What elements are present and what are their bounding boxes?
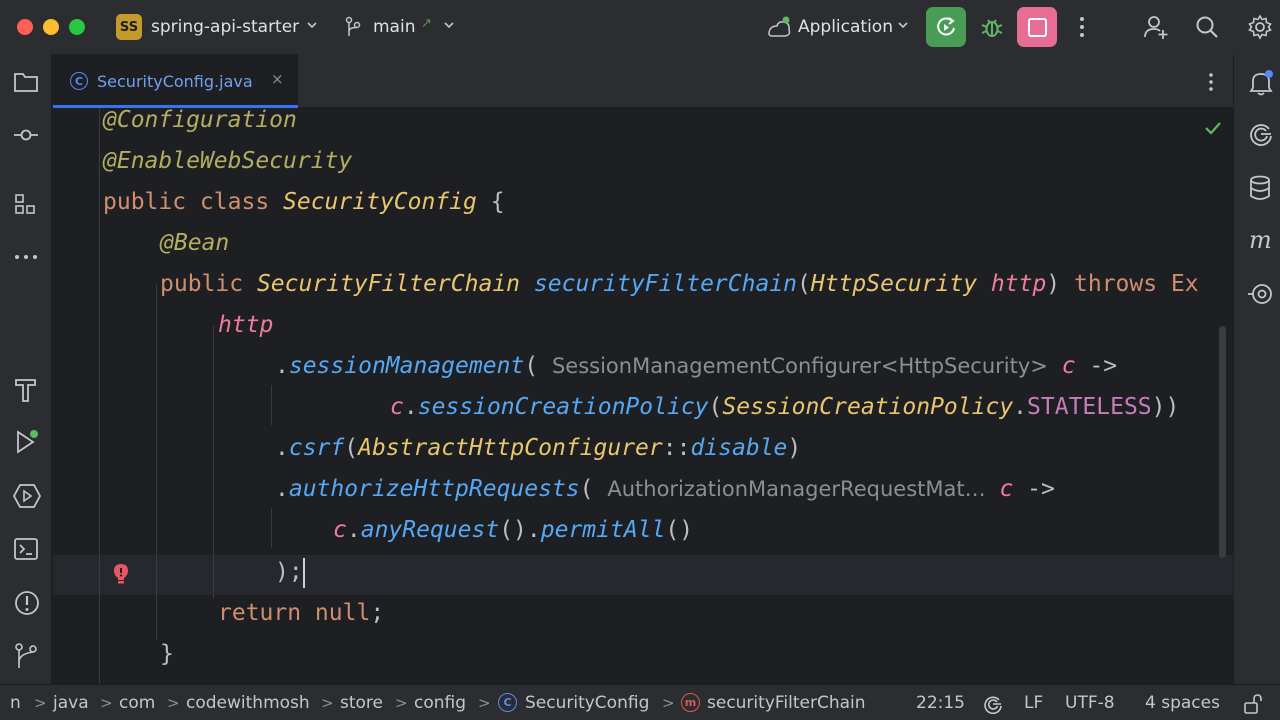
add-user-icon[interactable] xyxy=(1142,13,1170,41)
rerun-icon xyxy=(937,17,955,36)
breadcrumb-separator: > xyxy=(167,694,180,712)
breadcrumb-item[interactable]: store xyxy=(340,693,383,713)
structure-icon[interactable] xyxy=(13,192,39,218)
maximize-window-button[interactable] xyxy=(69,19,85,35)
run-config-icon xyxy=(768,16,791,37)
breadcrumb-separator: > xyxy=(662,694,675,712)
code-line: @EnableWebSecurity xyxy=(103,148,353,174)
project-name[interactable]: spring-api-starter xyxy=(151,17,299,37)
title-bar: SS spring-api-starter main ↗ Application xyxy=(0,0,1280,54)
close-window-button[interactable] xyxy=(17,19,33,35)
notifications-icon[interactable] xyxy=(1248,69,1274,97)
breadcrumb-item[interactable]: config xyxy=(414,693,466,713)
more-tabs-icon[interactable] xyxy=(1203,71,1219,93)
breadcrumb-separator: > xyxy=(100,694,113,712)
breadcrumb-item[interactable]: java xyxy=(53,693,89,713)
branch-selector[interactable]: main xyxy=(373,17,415,37)
more-icon[interactable] xyxy=(13,244,39,270)
maven-icon[interactable]: m xyxy=(1248,226,1276,254)
breadcrumb-item[interactable]: codewithmosh xyxy=(186,693,310,713)
chevron-down-icon[interactable] xyxy=(305,18,319,32)
indent-guide xyxy=(156,285,157,640)
tab-label: SecurityConfig.java xyxy=(97,72,253,91)
file-encoding[interactable]: UTF-8 xyxy=(1065,693,1115,713)
method-icon: m xyxy=(681,693,700,712)
unlock-icon[interactable] xyxy=(1243,693,1263,715)
lightbulb-error-icon[interactable] xyxy=(111,562,131,586)
code-line: public class SecurityConfig { xyxy=(103,189,505,215)
code-line: public SecurityFilterChain securityFilte… xyxy=(160,271,1199,297)
services-icon[interactable] xyxy=(13,482,41,510)
branch-icon xyxy=(345,16,361,36)
editor-tab-bar: C SecurityConfig.java × xyxy=(53,54,1233,108)
stop-icon xyxy=(1027,17,1047,37)
more-actions-icon[interactable] xyxy=(1074,14,1090,40)
code-line: .authorizeHttpRequests( AuthorizationMan… xyxy=(275,476,1055,502)
search-icon[interactable] xyxy=(1194,14,1220,40)
line-separator[interactable]: LF xyxy=(1024,693,1043,713)
debug-icon[interactable] xyxy=(978,14,1006,42)
code-line: return null; xyxy=(218,600,385,626)
code-line: @Configuration xyxy=(103,108,297,133)
code-line: .csrf(AbstractHttpConfigurer::disable) xyxy=(275,435,802,461)
code-line: @Bean xyxy=(160,230,230,256)
chevron-down-icon[interactable] xyxy=(442,18,456,32)
breadcrumb-item[interactable]: com xyxy=(119,693,155,713)
svg-text:m: m xyxy=(1249,226,1272,254)
code-line: c.anyRequest().permitAll() xyxy=(333,517,694,543)
problems-icon[interactable] xyxy=(13,589,41,617)
class-icon: C xyxy=(70,72,88,90)
breadcrumb-item[interactable]: SecurityConfig xyxy=(525,693,649,713)
code-editor[interactable]: @Configuration @EnableWebSecurity public… xyxy=(53,108,1233,684)
breadcrumb-separator: > xyxy=(395,694,408,712)
endpoints-icon[interactable] xyxy=(1248,281,1274,307)
indent-guide xyxy=(213,326,214,598)
indent-guide xyxy=(271,385,272,425)
git-icon[interactable] xyxy=(13,642,39,670)
code-line: c.sessionCreationPolicy(SessionCreationP… xyxy=(390,394,1180,420)
breadcrumb-item[interactable]: n xyxy=(10,693,21,713)
status-bar: n > java > com > codewithmosh > store > … xyxy=(0,684,1280,720)
breadcrumb-separator: > xyxy=(34,694,47,712)
close-icon[interactable]: × xyxy=(271,70,284,88)
rerun-button[interactable] xyxy=(926,7,966,47)
indent-guide xyxy=(271,508,272,548)
commit-icon[interactable] xyxy=(13,122,39,148)
tab-securityconfig[interactable]: C SecurityConfig.java × xyxy=(53,54,298,108)
chevron-down-icon[interactable] xyxy=(896,18,910,32)
right-tool-strip: m xyxy=(1233,54,1280,684)
indent-guide xyxy=(99,108,100,684)
folder-icon[interactable] xyxy=(13,70,39,94)
text-cursor xyxy=(302,557,305,588)
minimize-window-button[interactable] xyxy=(43,19,59,35)
inlay-type-hint: SessionManagementConfigurer<HttpSecurity… xyxy=(551,354,1048,378)
run-configuration-selector[interactable]: Application xyxy=(798,17,893,37)
indent-setting[interactable]: 4 spaces xyxy=(1145,693,1220,713)
build-icon[interactable] xyxy=(13,376,39,404)
stop-button[interactable] xyxy=(1017,7,1057,47)
database-icon[interactable] xyxy=(1248,174,1272,202)
gear-icon[interactable] xyxy=(1246,13,1274,41)
breadcrumb-separator: > xyxy=(478,694,491,712)
caret-position[interactable]: 22:15 xyxy=(916,693,965,713)
ai-assistant-icon[interactable] xyxy=(1248,121,1274,147)
breadcrumb-separator: > xyxy=(321,694,334,712)
outgoing-arrow-icon: ↗ xyxy=(421,16,432,31)
project-badge[interactable]: SS xyxy=(116,14,142,40)
terminal-icon[interactable] xyxy=(13,536,39,562)
breadcrumb-item[interactable]: securityFilterChain xyxy=(707,693,866,713)
inlay-type-hint: AuthorizationManagerRequestMat… xyxy=(607,477,986,501)
code-line: http xyxy=(218,312,274,338)
code-line: } xyxy=(160,641,174,667)
vertical-scrollbar[interactable] xyxy=(1219,326,1226,558)
ai-assistant-icon[interactable] xyxy=(983,694,1003,714)
left-tool-strip xyxy=(0,54,52,684)
current-line-highlight xyxy=(53,555,1233,595)
no-problems-check-icon[interactable] xyxy=(1203,118,1223,138)
class-icon: C xyxy=(498,693,517,712)
run-icon[interactable] xyxy=(13,428,41,456)
code-line: .sessionManagement( SessionManagementCon… xyxy=(275,353,1118,379)
code-line: ); xyxy=(275,552,305,593)
